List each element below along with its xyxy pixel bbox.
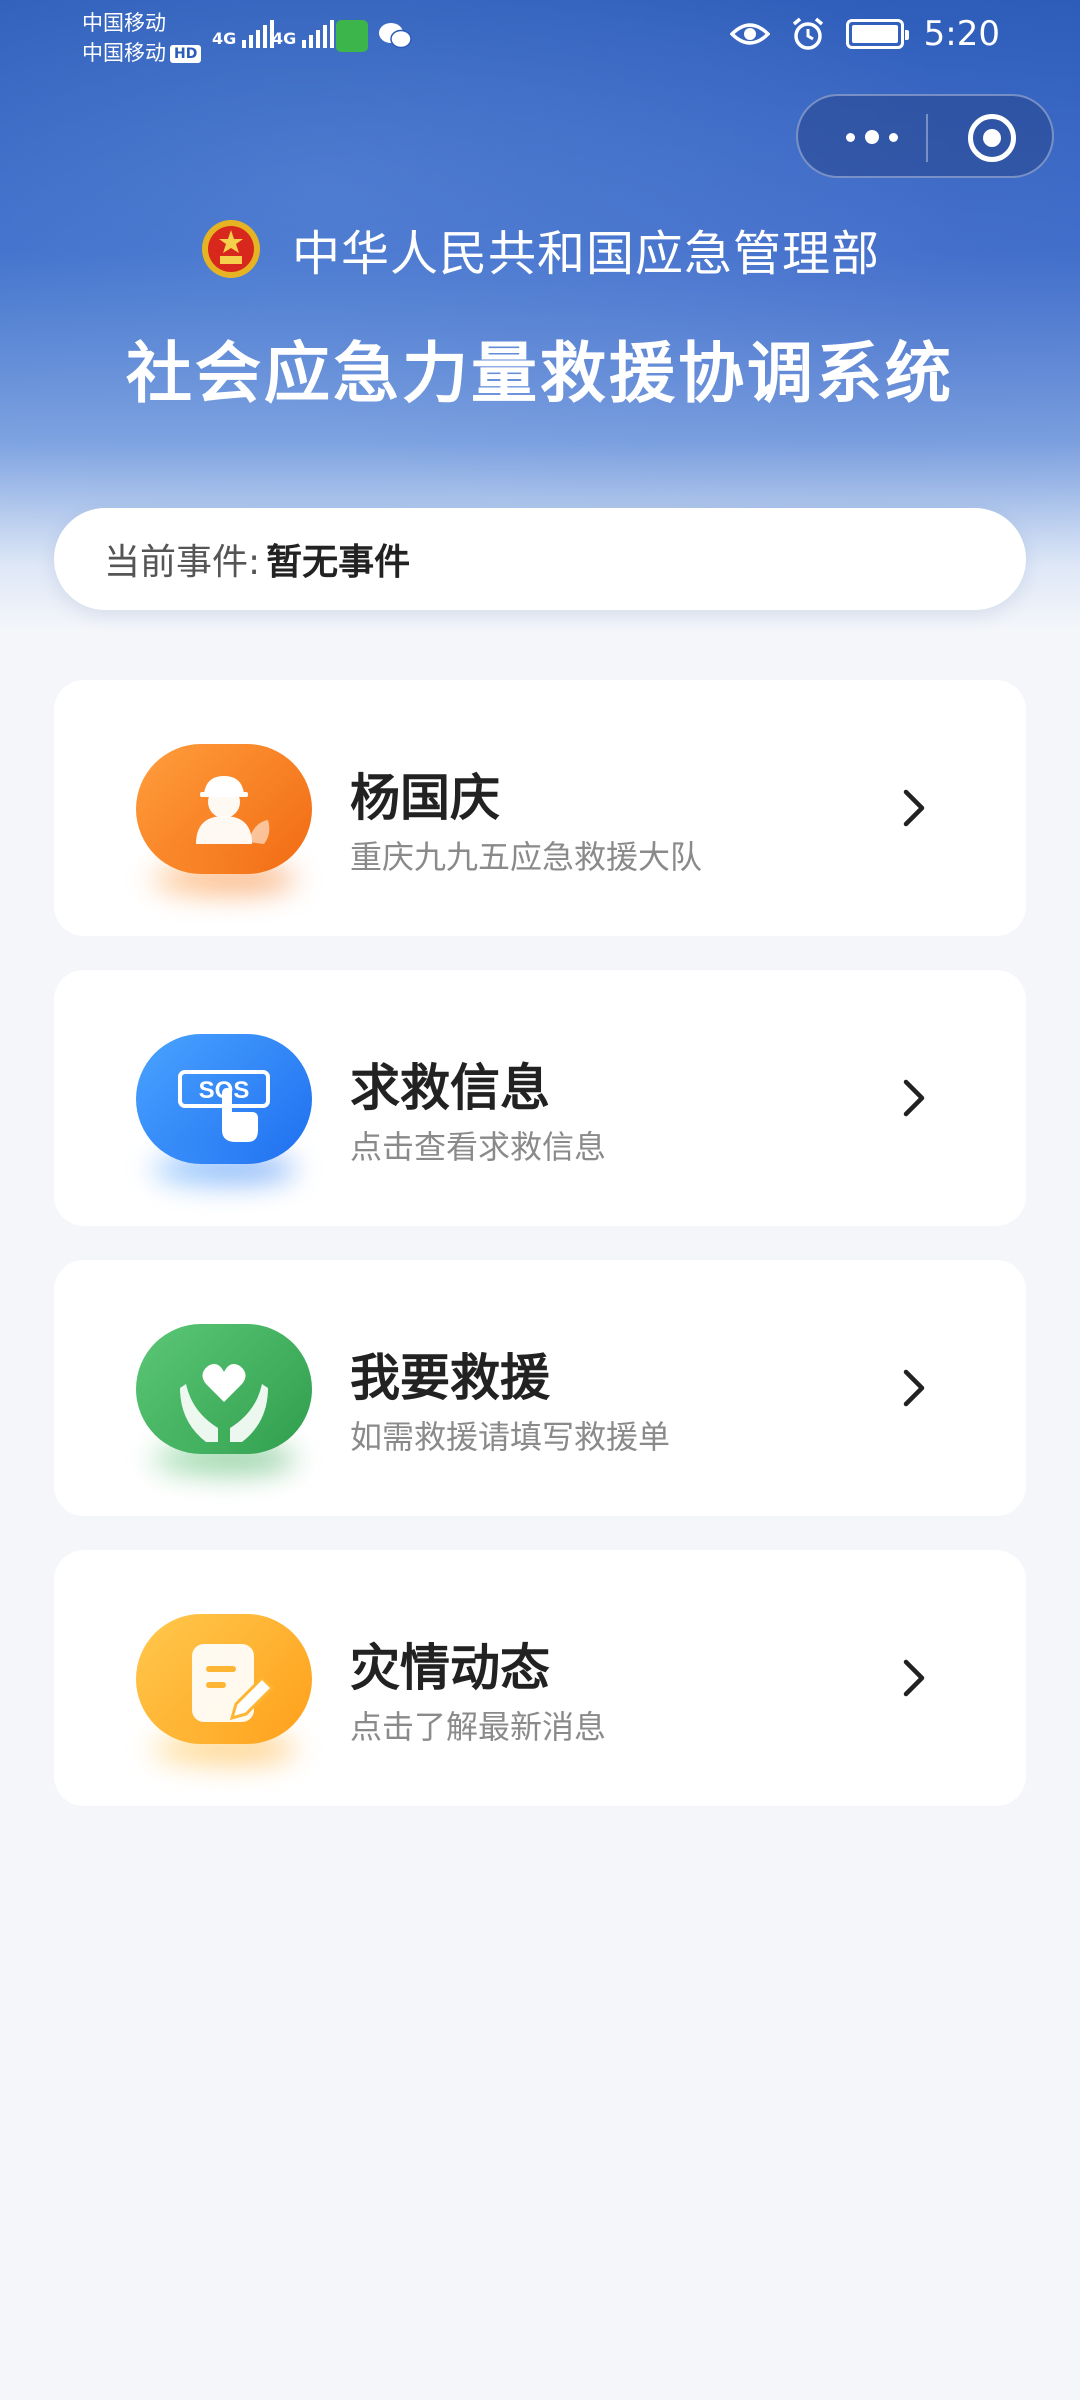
chevron-right-icon — [903, 1369, 925, 1407]
card-subtitle: 如需救援请填写救援单 — [350, 1418, 671, 1456]
system-title: 社会应急力量救援协调系统 — [126, 335, 954, 412]
icon-badge — [136, 1614, 312, 1744]
chevron-right-icon — [903, 1659, 925, 1697]
icon-badge — [136, 1324, 312, 1454]
carrier-2: 中国移动 — [82, 41, 166, 65]
card-subtitle: 点击查看求救信息 — [350, 1128, 607, 1166]
card-disaster-news[interactable]: 灾情动态 点击了解最新消息 — [54, 1550, 1026, 1806]
card-sos-info[interactable]: SOS 求救信息 点击查看求救信息 — [54, 970, 1026, 1226]
event-label: 当前事件: — [104, 542, 261, 583]
capsule-divider — [926, 114, 928, 162]
national-emblem-icon — [201, 220, 260, 278]
chevron-right-icon — [903, 789, 925, 827]
mini-program-capsule — [796, 94, 1054, 178]
ministry-header: 中华人民共和国应急管理部 — [0, 214, 1080, 284]
carrier-1: 中国移动 — [82, 11, 166, 35]
icon-badge — [136, 744, 312, 874]
more-icon[interactable] — [832, 124, 912, 150]
signal-icon: 4G — [212, 20, 274, 48]
card-subtitle: 点击了解最新消息 — [350, 1708, 607, 1746]
rescuer-icon — [196, 776, 270, 844]
alarm-icon — [792, 17, 823, 50]
battery-icon — [845, 19, 909, 49]
close-icon[interactable] — [968, 114, 1016, 162]
status-bar: 中国移动 中国移动 HD 4G 4G 5:20 — [0, 0, 1080, 76]
card-subtitle: 重庆九九五应急救援大队 — [350, 838, 703, 876]
card-title: 杨国庆 — [350, 769, 500, 827]
card-title: 求救信息 — [350, 1059, 550, 1117]
hd-badge: HD — [170, 45, 202, 63]
wechat-icon — [379, 23, 412, 49]
signal-icon-2: 4G — [272, 20, 334, 48]
app-notification-icon — [336, 20, 368, 52]
card-profile[interactable]: 杨国庆 重庆九九五应急救援大队 — [54, 680, 1026, 936]
network-type-1: 4G — [212, 29, 237, 48]
network-type-2: 4G — [272, 29, 297, 48]
card-request-rescue[interactable]: 我要救援 如需救援请填写救援单 — [54, 1260, 1026, 1516]
heart-hands-icon — [180, 1364, 268, 1442]
card-title: 灾情动态 — [350, 1639, 550, 1697]
ministry-name: 中华人民共和国应急管理部 — [291, 226, 880, 282]
card-title: 我要救援 — [350, 1349, 550, 1407]
eye-icon — [729, 23, 770, 45]
current-event-bar[interactable]: 当前事件: 暂无事件 — [54, 508, 1026, 610]
chevron-right-icon — [903, 1079, 925, 1117]
carrier-info: 中国移动 中国移动 HD — [82, 8, 202, 68]
document-edit-icon — [192, 1644, 275, 1722]
icon-badge: SOS — [136, 1034, 312, 1164]
clock-time: 5:20 — [923, 14, 1000, 54]
sos-icon: SOS — [178, 1070, 270, 1142]
event-value: 暂无事件 — [266, 542, 411, 583]
